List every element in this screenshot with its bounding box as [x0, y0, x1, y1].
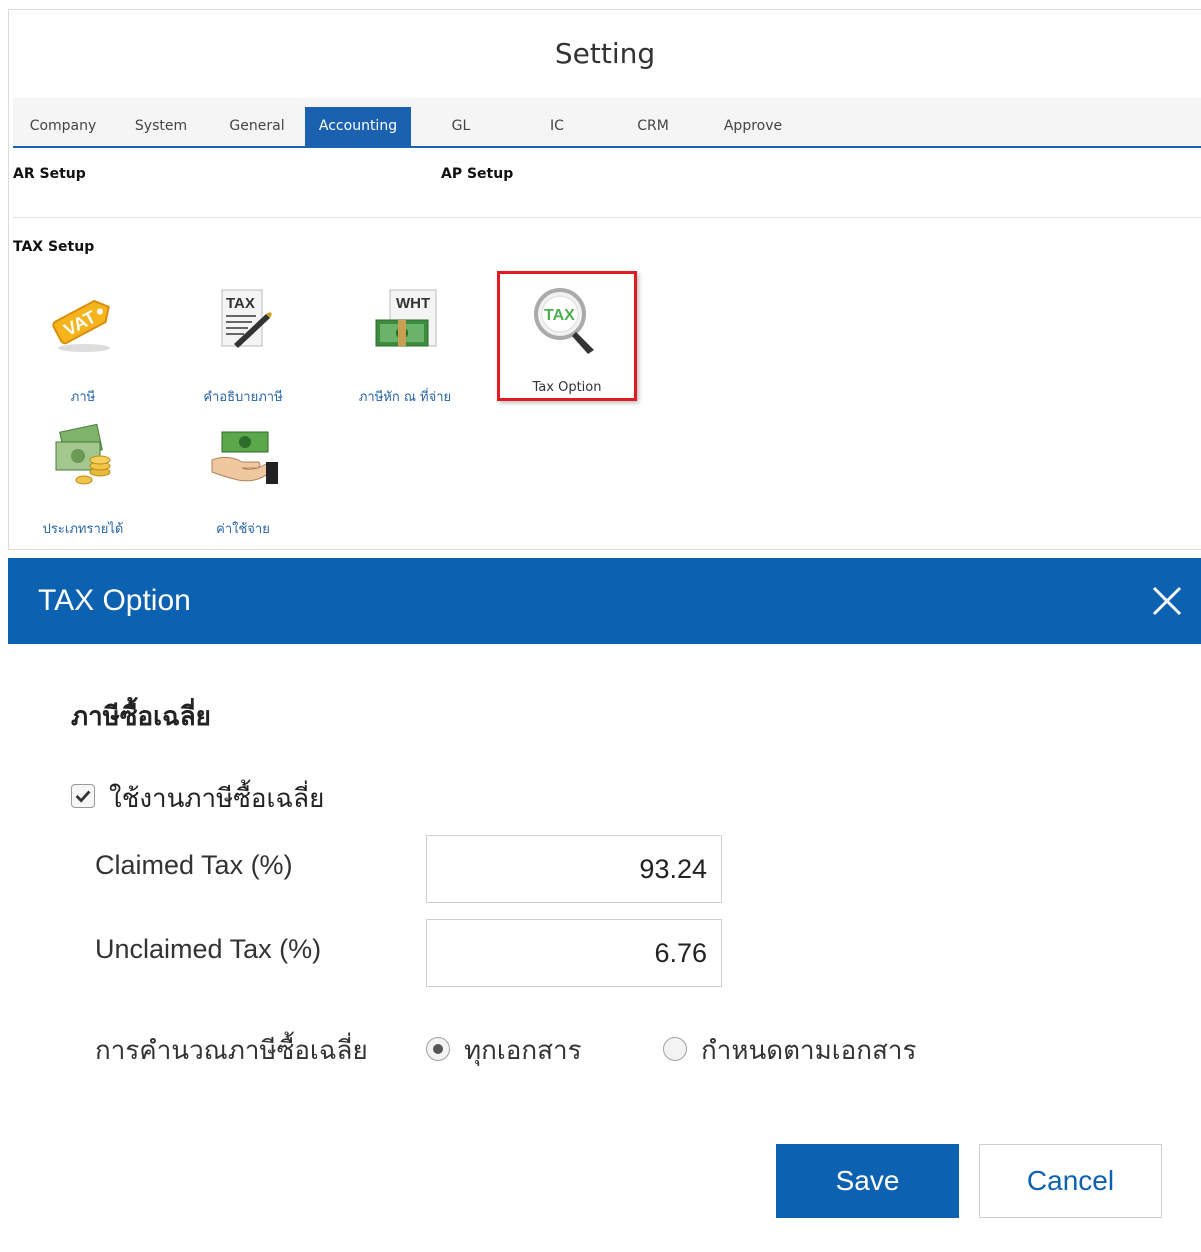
tax-magnifier-icon: TAX	[534, 288, 594, 354]
tab-approve[interactable]: Approve	[711, 107, 795, 146]
checkmark-icon	[75, 790, 91, 803]
close-icon[interactable]	[1143, 577, 1191, 625]
calculation-method-label: การคำนวณภาษีซื้อเฉลี่ย	[95, 1036, 368, 1066]
tile-label: ภาษี	[70, 390, 96, 405]
enable-average-tax-checkbox[interactable]	[71, 784, 95, 808]
unclaimed-tax-label: Unclaimed Tax (%)	[95, 934, 322, 964]
cancel-button[interactable]: Cancel	[979, 1144, 1162, 1218]
tab-crm[interactable]: CRM	[613, 107, 693, 146]
tab-accounting[interactable]: Accounting	[305, 107, 411, 146]
tile-vat[interactable]: VAT ภาษี	[13, 276, 153, 406]
enable-average-tax-label: ใช้งานภาษีซื้อเฉลี่ย	[109, 784, 325, 814]
tile-label: ค่าใช้จ่าย	[216, 522, 270, 537]
svg-text:TAX: TAX	[544, 307, 575, 324]
vat-tag-icon: VAT	[52, 299, 110, 352]
tile-tax-option[interactable]: TAX Tax Option	[497, 271, 637, 401]
section-divider	[13, 217, 1201, 218]
page-title: Setting	[554, 37, 656, 70]
tax-document-pen-icon: TAX	[221, 289, 272, 348]
tab-company[interactable]: Company	[17, 107, 109, 146]
average-purchase-tax-heading: ภาษีซื้อเฉลี่ย	[71, 702, 211, 732]
money-coins-icon	[55, 423, 111, 485]
tab-bar: Company System General Accounting GL IC …	[13, 98, 1201, 148]
tile-expense[interactable]: ค่าใช้จ่าย	[173, 410, 313, 540]
radio-label: กำหนดตามเอกสาร	[701, 1036, 917, 1066]
radio-button[interactable]	[426, 1037, 450, 1061]
unclaimed-tax-input[interactable]	[426, 919, 722, 987]
tab-system[interactable]: System	[119, 107, 203, 146]
setting-panel: Setting Company System General Accountin…	[8, 9, 1201, 550]
save-button[interactable]: Save	[776, 1144, 959, 1218]
tile-label: คำอธิบายภาษี	[203, 390, 283, 405]
radio-button[interactable]	[663, 1037, 687, 1061]
svg-text:WHT: WHT	[396, 295, 430, 312]
tile-label: ภาษีหัก ณ ที่จ่าย	[358, 390, 452, 405]
dialog-header: TAX Option	[8, 558, 1201, 644]
svg-text:TAX: TAX	[226, 295, 255, 312]
tab-general[interactable]: General	[213, 107, 301, 146]
tile-label: ประเภทรายได้	[42, 522, 124, 537]
claimed-tax-label: Claimed Tax (%)	[95, 850, 293, 880]
radio-label: ทุกเอกสาร	[464, 1036, 582, 1066]
tab-ic[interactable]: IC	[521, 107, 593, 146]
tile-withholding-tax[interactable]: WHT ภาษีหัก ณ ที่จ่าย	[335, 276, 475, 406]
wht-money-icon: WHT	[375, 289, 437, 347]
hand-money-icon	[211, 431, 278, 484]
claimed-tax-input[interactable]	[426, 835, 722, 903]
dialog-title: TAX Option	[38, 584, 191, 617]
ar-setup-heading[interactable]: AR Setup	[13, 166, 86, 182]
tax-setup-heading: TAX Setup	[13, 239, 95, 255]
ap-setup-heading[interactable]: AP Setup	[441, 166, 513, 182]
tax-option-dialog: TAX Option ภาษีซื้อเฉลี่ย ใช้งานภาษีซื้อ…	[8, 558, 1201, 1252]
tile-label: Tax Option	[532, 380, 602, 395]
tab-gl[interactable]: GL	[425, 107, 497, 146]
tile-tax-description[interactable]: TAX คำอธิบายภาษี	[173, 276, 313, 406]
tile-income-type[interactable]: ประเภทรายได้	[13, 410, 153, 540]
